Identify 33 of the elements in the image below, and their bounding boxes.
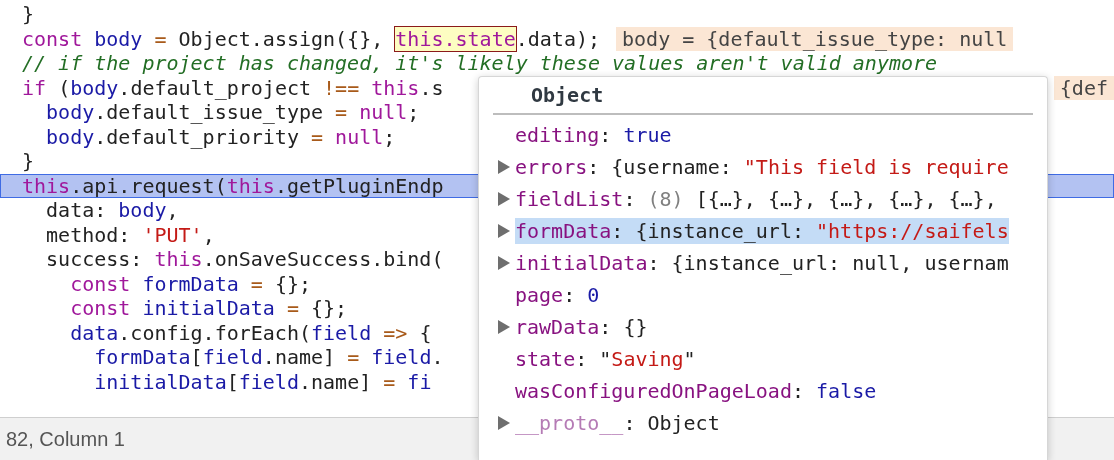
property-text[interactable]: rawData: {}	[515, 314, 648, 340]
inline-value: body = {default_issue_type: null	[616, 26, 1014, 51]
code-line: data.config.forEach(field => {	[69, 320, 432, 345]
property-text[interactable]: editing: true	[515, 122, 672, 148]
expand-triangle-icon[interactable]	[497, 223, 511, 239]
inline-value: {def	[1053, 75, 1114, 100]
property-text[interactable]: __proto__: Object	[515, 410, 720, 436]
code-line: const body = Object.assign({}, this.state.data);	[21, 26, 600, 51]
code-line: formData[field.name] = field.	[93, 345, 444, 370]
code-line: }	[21, 149, 35, 174]
code-line: }	[21, 2, 35, 27]
expand-triangle-icon[interactable]	[497, 255, 511, 271]
code-line: method: 'PUT',	[45, 222, 215, 247]
code-line: body.default_issue_type = null;	[45, 100, 420, 125]
code-line: if (body.default_project !== this.s	[21, 75, 444, 100]
code-line: const formData = {};	[69, 271, 311, 296]
expand-triangle-icon[interactable]	[497, 191, 511, 207]
property-text[interactable]: state: "Saving"	[515, 346, 696, 372]
code-line: body.default_priority = null;	[45, 124, 396, 149]
property-text[interactable]: page: 0	[515, 282, 600, 308]
cursor-position: 82, Column 1	[6, 427, 125, 451]
code-line: const initialData = {};	[69, 296, 348, 321]
property-text[interactable]: formData: {instance_url: "https://saifels	[515, 218, 1009, 244]
code-line: // if the project has changed, it's likely these values aren't valid anymore	[21, 51, 938, 76]
expand-triangle-icon[interactable]	[497, 319, 511, 335]
expand-triangle-icon[interactable]	[497, 415, 511, 431]
code-line: success: this.onSaveSuccess.bind(	[45, 247, 444, 272]
expand-triangle-icon[interactable]	[497, 159, 511, 175]
code-line: initialData[field.name] = fi	[93, 369, 432, 394]
code-line: data: body,	[45, 198, 179, 223]
popup-title: Object	[493, 77, 1033, 115]
property-text[interactable]: wasConfiguredOnPageLoad: false	[515, 378, 877, 404]
property-text[interactable]: initialData: {instance_url: null, usernam	[515, 250, 1009, 276]
